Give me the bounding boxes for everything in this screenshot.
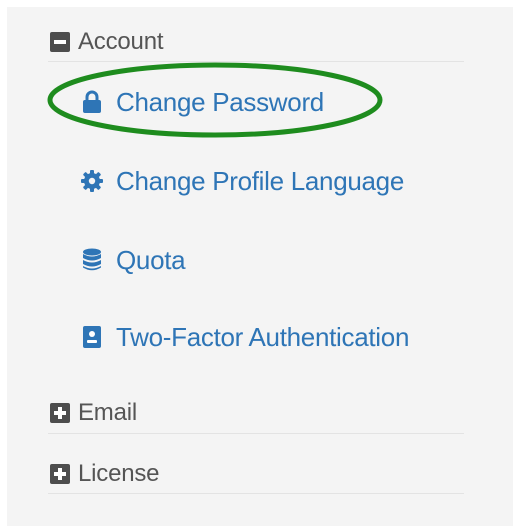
gear-icon [80,169,104,193]
account-item-label: Change Password [116,86,324,117]
id-badge-icon [80,325,104,349]
minus-square-icon[interactable] [50,32,70,52]
account-item-label: Change Profile Language [116,165,404,196]
account-item-change-password[interactable]: Change Password [80,85,324,119]
section-header-account[interactable]: Account [50,27,164,57]
divider [48,493,464,494]
account-item-two-factor-authentication[interactable]: Two-Factor Authentication [80,320,409,354]
account-item-change-profile-language[interactable]: Change Profile Language [80,164,404,198]
section-header-license[interactable]: License [50,459,160,489]
section-label-email: Email [78,399,138,426]
plus-square-icon[interactable] [50,464,70,484]
section-label-account: Account [78,28,164,55]
account-item-quota[interactable]: Quota [80,243,186,277]
divider [48,61,464,62]
lock-icon [80,90,104,114]
account-item-label: Quota [116,244,186,275]
divider [48,433,464,434]
section-label-license: License [78,460,160,487]
database-icon [80,248,104,272]
plus-square-icon[interactable] [50,403,70,423]
account-item-label: Two-Factor Authentication [116,321,410,352]
section-header-email[interactable]: Email [50,398,137,428]
